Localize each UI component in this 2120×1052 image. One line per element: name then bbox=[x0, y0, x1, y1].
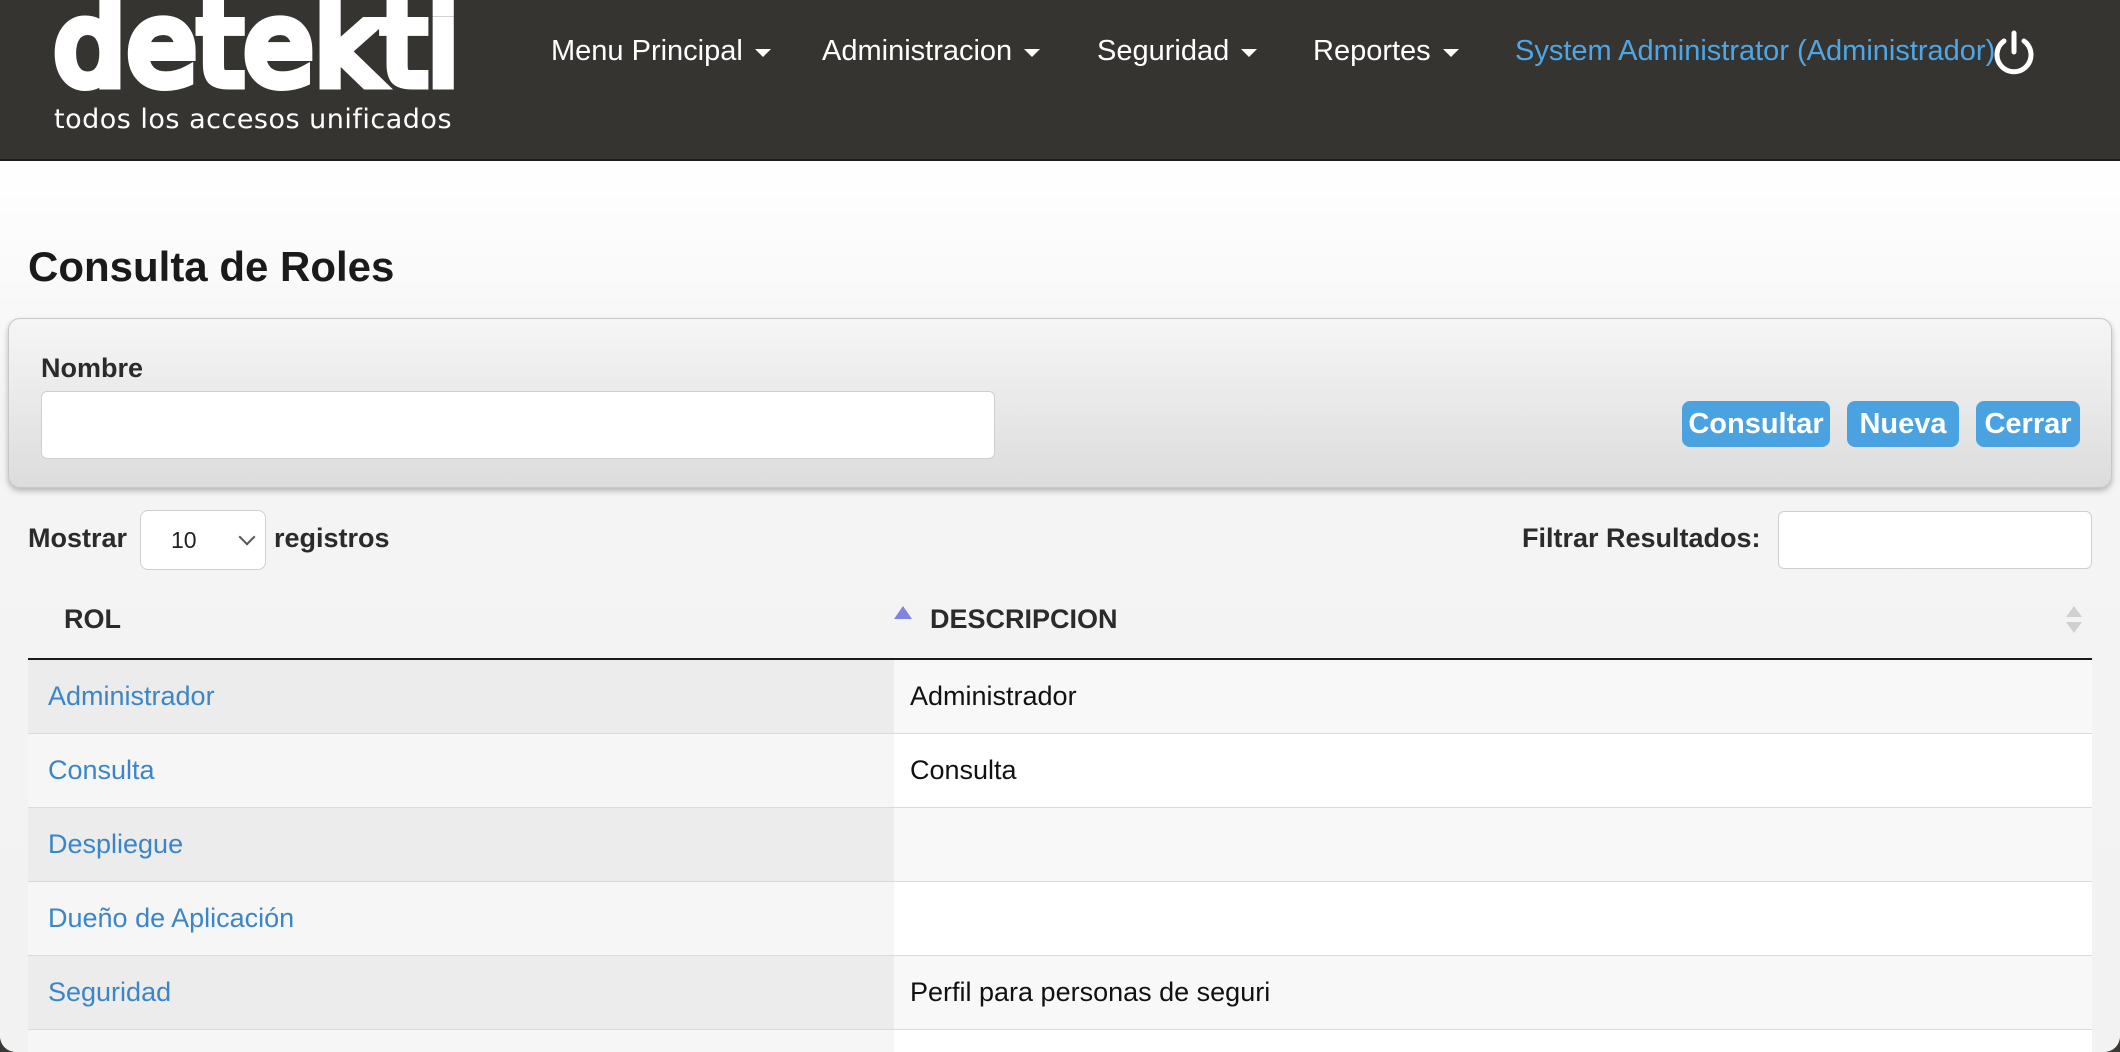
logo-tagline: todos los accesos unificados bbox=[54, 104, 453, 135]
page-title: Consulta de Roles bbox=[28, 243, 395, 290]
table-row: Seguridad Perfil para personas de seguri bbox=[28, 956, 2092, 1030]
page-size-value: 10 bbox=[171, 526, 197, 553]
descripcion-cell bbox=[894, 882, 2092, 955]
page-size-select[interactable]: 10 bbox=[140, 510, 266, 570]
rol-cell: Despliegue bbox=[28, 808, 894, 881]
detekti-logo[interactable]: detekti todos los accesos unificados bbox=[49, 0, 500, 142]
table-row: Dueño de Aplicación bbox=[28, 882, 2092, 956]
rol-cell: Dueño de Aplicación bbox=[28, 882, 894, 955]
consultar-button[interactable]: Consultar bbox=[1682, 401, 1830, 447]
rol-cell: Administrador bbox=[28, 660, 894, 733]
filtrar-resultados-input[interactable] bbox=[1778, 511, 2092, 569]
column-header-descripcion[interactable]: DESCRIPCION bbox=[930, 580, 2092, 658]
nav-reportes-label: Reportes bbox=[1313, 34, 1431, 67]
rol-link[interactable]: Consulta bbox=[48, 755, 155, 786]
column-header-rol[interactable]: ROL bbox=[64, 580, 912, 658]
nav-seguridad[interactable]: Seguridad bbox=[1097, 31, 1258, 71]
rol-link[interactable]: Seguridad bbox=[48, 977, 171, 1008]
roles-table: ROL DESCRIPCION Administrador Administra… bbox=[28, 580, 2092, 1052]
caret-down-icon bbox=[1241, 49, 1258, 57]
table-header: ROL DESCRIPCION bbox=[28, 580, 2092, 660]
table-row: Despliegue bbox=[28, 808, 2092, 882]
table-row: Administrador Administrador bbox=[28, 660, 2092, 734]
caret-down-icon bbox=[1024, 49, 1041, 57]
rol-link[interactable]: Despliegue bbox=[48, 829, 183, 860]
rol-cell bbox=[28, 1030, 894, 1052]
descripcion-cell bbox=[894, 1030, 2092, 1052]
filter-panel: Nombre Consultar Nueva Cerrar bbox=[8, 318, 2112, 488]
nav-menu-principal[interactable]: Menu Principal bbox=[551, 31, 771, 71]
power-icon[interactable] bbox=[1992, 30, 2036, 78]
rol-link[interactable]: Administrador bbox=[48, 681, 215, 712]
logo-wordmark: detekti bbox=[49, 0, 465, 111]
nombre-input[interactable] bbox=[41, 391, 995, 459]
current-user-link[interactable]: System Administrator (Administrador) bbox=[1515, 31, 1995, 71]
nombre-label: Nombre bbox=[41, 353, 144, 383]
sort-ascending-icon bbox=[894, 606, 912, 619]
rol-link[interactable]: Dueño de Aplicación bbox=[48, 903, 294, 934]
nav-menu-principal-label: Menu Principal bbox=[551, 34, 743, 67]
descripcion-cell: Perfil para personas de seguri bbox=[894, 956, 2092, 1029]
nav-administracion-label: Administracion bbox=[822, 34, 1013, 67]
chevron-down-icon bbox=[238, 528, 256, 546]
main-content: Consulta de Roles Nombre Consultar Nueva… bbox=[0, 161, 2120, 1052]
caret-down-icon bbox=[754, 49, 771, 57]
table-row bbox=[28, 1030, 2092, 1052]
mostrar-label: Mostrar bbox=[28, 523, 128, 553]
nav-reportes[interactable]: Reportes bbox=[1313, 31, 1459, 71]
column-header-rol-label: ROL bbox=[64, 603, 121, 634]
descripcion-cell: Administrador bbox=[894, 660, 2092, 733]
descripcion-cell: Consulta bbox=[894, 734, 2092, 807]
nav-seguridad-label: Seguridad bbox=[1097, 34, 1230, 67]
registros-label: registros bbox=[274, 523, 390, 553]
caret-down-icon bbox=[1442, 49, 1459, 57]
nueva-button[interactable]: Nueva bbox=[1847, 401, 1959, 447]
cerrar-button[interactable]: Cerrar bbox=[1976, 401, 2080, 447]
column-header-descripcion-label: DESCRIPCION bbox=[930, 603, 1118, 634]
app-window: detekti todos los accesos unificados Men… bbox=[0, 0, 2120, 1052]
top-navbar: detekti todos los accesos unificados Men… bbox=[0, 0, 2120, 161]
rol-cell: Consulta bbox=[28, 734, 894, 807]
sort-both-icon bbox=[2066, 606, 2084, 636]
table-row: Consulta Consulta bbox=[28, 734, 2092, 808]
filtrar-resultados-label: Filtrar Resultados: bbox=[1522, 523, 1761, 553]
rol-cell: Seguridad bbox=[28, 956, 894, 1029]
descripcion-cell bbox=[894, 808, 2092, 881]
nav-administracion[interactable]: Administracion bbox=[822, 31, 1041, 71]
